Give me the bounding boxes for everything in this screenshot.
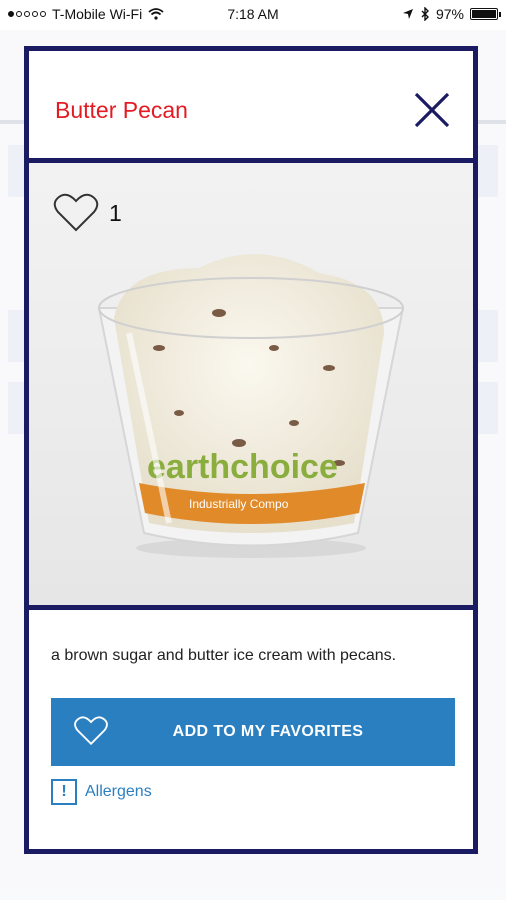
item-description: a brown sugar and butter ice cream with … [51, 647, 397, 664]
modal-title: Butter Pecan [55, 97, 188, 123]
favorites-count-number: 1 [109, 199, 122, 226]
battery-percent: 97% [435, 6, 464, 22]
modal-header: Butter Pecan [29, 51, 473, 163]
cup-brand-text: earthchoice [147, 448, 338, 486]
cup-band-text: Industrially Compo [189, 497, 289, 511]
heart-outline-icon [74, 716, 108, 746]
add-to-favorites-button[interactable]: ADD TO MY FAVORITES [51, 698, 455, 766]
product-photo: earthchoice Industrially Compo 1 [29, 163, 473, 610]
exclamation-icon: ! [51, 779, 77, 805]
favorites-count[interactable]: 1 [53, 193, 122, 233]
allergens-label: Allergens [85, 783, 152, 800]
bluetooth-icon [421, 7, 429, 21]
close-button[interactable] [413, 91, 451, 129]
location-arrow-icon [402, 9, 413, 19]
add-to-favorites-label: ADD TO MY FAVORITES [172, 723, 364, 740]
heart-outline-icon [53, 193, 99, 232]
item-detail-modal: Butter Pecan earthchoice Industrially Co… [24, 46, 478, 854]
status-bar: T-Mobile Wi-Fi 7:18 AM 97% [0, 0, 506, 30]
close-x-icon [414, 92, 450, 128]
allergens-link[interactable]: ! Allergens [51, 779, 152, 805]
battery-icon [470, 8, 501, 20]
